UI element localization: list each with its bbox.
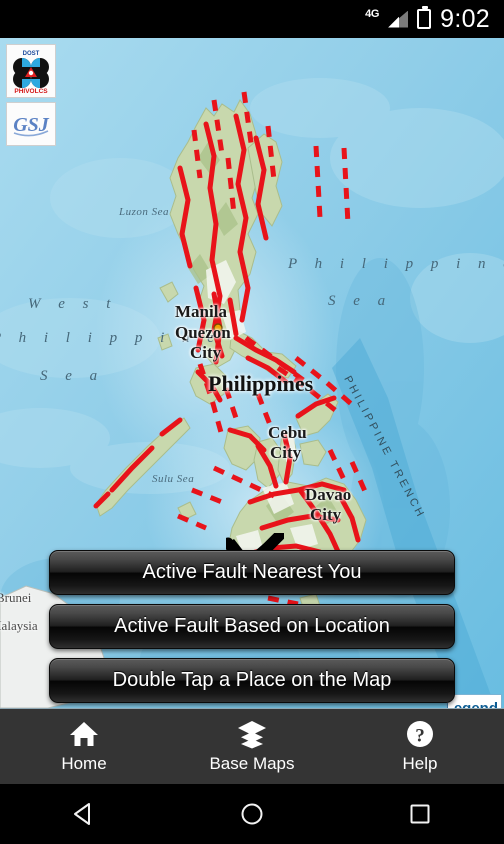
recents-square-icon — [410, 804, 430, 824]
tab-help[interactable]: ? Help — [336, 709, 504, 784]
layers-icon — [238, 721, 266, 749]
status-bar: 4G 9:02 — [0, 0, 504, 38]
back-triangle-icon — [74, 803, 90, 825]
network-type-label: 4G — [365, 8, 380, 20]
android-navigation-bar — [0, 784, 504, 844]
tab-home[interactable]: Home — [0, 709, 168, 784]
android-back-button[interactable] — [0, 784, 168, 844]
question-circle-icon: ? — [407, 721, 433, 747]
home-circle-icon — [241, 803, 263, 825]
gsj-logo: GSJ — [6, 102, 56, 146]
clock-label: 9:02 — [440, 4, 490, 33]
tab-base-maps-label: Base Maps — [209, 754, 295, 773]
svg-text:PHIVOLCS: PHIVOLCS — [14, 88, 48, 95]
bottom-tab-bar: Home Base Maps ? Help — [0, 708, 504, 784]
double-tap-a-place-on-the-map-button[interactable]: Double Tap a Place on the Map — [49, 658, 455, 703]
battery-charging-icon — [417, 6, 432, 29]
active-fault-based-on-location-button[interactable]: Active Fault Based on Location — [49, 604, 455, 649]
svg-text:?: ? — [415, 726, 425, 747]
active-fault-nearest-you-button[interactable]: Active Fault Nearest You — [49, 550, 455, 595]
home-icon — [70, 722, 98, 746]
android-home-button[interactable] — [168, 784, 336, 844]
tab-base-maps[interactable]: Base Maps — [168, 709, 336, 784]
phivolcs-logo: DOST PHIVOLCS — [6, 44, 56, 98]
tab-help-label: Help — [402, 754, 438, 773]
android-recents-button[interactable] — [336, 784, 504, 844]
tab-home-label: Home — [61, 754, 107, 773]
svg-text:DOST: DOST — [23, 51, 40, 57]
signal-bars-icon — [388, 10, 409, 28]
